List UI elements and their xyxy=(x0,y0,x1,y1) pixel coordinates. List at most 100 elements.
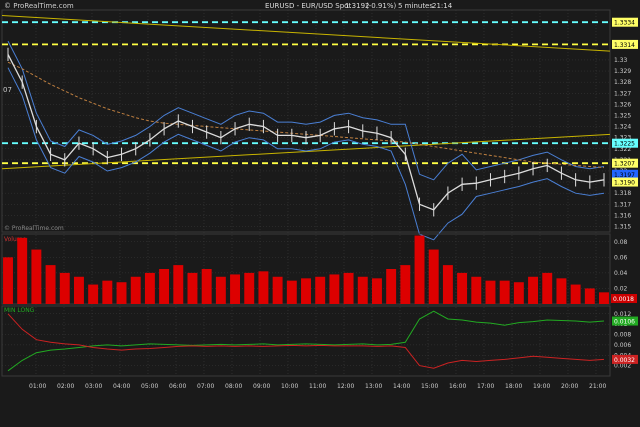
time-tick-label: 10:00 xyxy=(281,383,298,390)
price-tick-label: 1.325 xyxy=(614,112,631,119)
volume-tick-label: 0.04 xyxy=(614,270,628,277)
volume-bar xyxy=(357,276,368,304)
volume-bar xyxy=(116,282,127,304)
volume-bar xyxy=(73,276,84,304)
volume-bar xyxy=(499,280,510,304)
time-tick-label: 21:00 xyxy=(589,383,606,390)
price-tick-label: 1.33 xyxy=(614,57,628,64)
volume-bar xyxy=(570,284,581,304)
volume-bar xyxy=(3,257,13,304)
volume-bar xyxy=(599,292,609,304)
volume-bar xyxy=(230,274,241,304)
volume-tick-label: 0.08 xyxy=(614,239,628,246)
watermark-top: © ProRealTime.com xyxy=(4,2,74,10)
time-tick-label: 20:00 xyxy=(561,383,578,390)
time-tick-label: 02:00 xyxy=(57,383,74,390)
volume-bar xyxy=(88,284,99,304)
volume-bar xyxy=(173,265,184,304)
volume-bar xyxy=(45,265,56,304)
time-tick-label: 05:00 xyxy=(141,383,158,390)
chart-background xyxy=(0,0,640,427)
volume-bar xyxy=(258,271,269,304)
indicator-tick-label: 0.008 xyxy=(614,332,631,339)
price-tick-label: 1.329 xyxy=(614,68,631,75)
indicator-value-label: 0.0106 xyxy=(614,319,635,326)
time-tick-label: 08:00 xyxy=(225,383,242,390)
time-tick-label: 14:00 xyxy=(393,383,410,390)
volume-bar xyxy=(59,272,70,304)
watermark-bottom: © ProRealTime.com xyxy=(4,225,64,232)
volume-bar xyxy=(556,278,567,304)
left-tag: 07 xyxy=(3,86,12,94)
volume-bar xyxy=(315,276,326,304)
volume-bar xyxy=(428,249,439,304)
time-tick-label: 07:00 xyxy=(197,383,214,390)
volume-bar xyxy=(584,288,595,304)
volume-bar xyxy=(201,269,212,304)
volume-bar xyxy=(371,278,382,304)
time-tick-label: 12:00 xyxy=(337,383,354,390)
time-tick-label: 13:00 xyxy=(365,383,382,390)
time-tick-label: 09:00 xyxy=(253,383,270,390)
volume-bar xyxy=(187,272,198,304)
time-tick-label: 04:00 xyxy=(113,383,130,390)
price-level-label: 1.3334 xyxy=(614,20,635,27)
time-tick-label: 06:00 xyxy=(169,383,186,390)
volume-bar xyxy=(386,269,397,304)
volume-bar xyxy=(144,272,155,304)
price-level-label: 1.3225 xyxy=(614,141,635,148)
volume-bar xyxy=(542,272,553,304)
volume-bar xyxy=(301,278,311,304)
price-tick-label: 1.326 xyxy=(614,101,631,108)
time-tick-label: 18:00 xyxy=(505,383,522,390)
price-tick-label: 1.318 xyxy=(614,190,631,197)
time-tick-label: 16:00 xyxy=(449,383,466,390)
volume-bar xyxy=(471,276,482,304)
indicator-tick-label: 0.006 xyxy=(614,342,631,349)
price-level-label: 1.3314 xyxy=(614,42,635,49)
volume-bar xyxy=(215,276,226,304)
volume-bar xyxy=(286,280,297,304)
volume-bar xyxy=(130,276,141,304)
price-tick-label: 1.315 xyxy=(614,223,631,230)
price-tick-label: 1.328 xyxy=(614,79,631,86)
price-tick-label: 1.327 xyxy=(614,90,631,97)
indicator-value-label: 0.0032 xyxy=(614,357,635,364)
volume-bar xyxy=(400,265,411,304)
time-tick-label: 01:00 xyxy=(29,383,46,390)
volume-bar xyxy=(414,235,425,304)
volume-tick-label: 0.02 xyxy=(614,285,628,292)
volume-bar xyxy=(244,272,255,304)
clock-label: 21:14 xyxy=(432,2,453,10)
volume-bar xyxy=(513,282,524,304)
time-tick-label: 17:00 xyxy=(477,383,494,390)
time-tick-label: 19:00 xyxy=(533,383,550,390)
volume-bar xyxy=(442,265,453,304)
volume-bar xyxy=(329,274,340,304)
time-tick-label: 15:00 xyxy=(421,383,438,390)
timeframe-label: 5 minutes xyxy=(398,2,433,10)
price-change: (-0.91%) xyxy=(366,2,396,10)
time-tick-label: 11:00 xyxy=(309,383,326,390)
trading-chart: 1.331.3291.3281.3271.3261.3251.3241.3231… xyxy=(0,0,640,427)
time-axis: 01:00 02:00 03:00 04:00 05:00 06:00 07:00 08:00… xyxy=(29,383,606,390)
volume-bar xyxy=(102,280,113,304)
chart-title: EURUSD - EUR/USD Spot xyxy=(265,2,351,10)
indicator-label: MIN LONG xyxy=(4,307,35,314)
volume-bar xyxy=(17,237,28,304)
volume-value-label: 0.0018 xyxy=(613,296,634,303)
volume-bar xyxy=(272,276,283,304)
price-level-label: 1.3190 xyxy=(614,180,635,187)
volume-bar xyxy=(485,280,496,304)
volume-bar xyxy=(457,272,468,304)
time-tick-label: 03:00 xyxy=(85,383,102,390)
volume-bar xyxy=(528,276,539,304)
volume-bar xyxy=(31,249,42,304)
volume-bar xyxy=(159,269,170,304)
price-tick-label: 1.324 xyxy=(614,124,631,131)
price-tick-label: 1.317 xyxy=(614,201,631,208)
price-tick-label: 1.316 xyxy=(614,212,631,219)
volume-bar xyxy=(343,272,354,304)
price-level-label: 1.3207 xyxy=(614,161,635,168)
volume-tick-label: 0.06 xyxy=(614,254,628,261)
